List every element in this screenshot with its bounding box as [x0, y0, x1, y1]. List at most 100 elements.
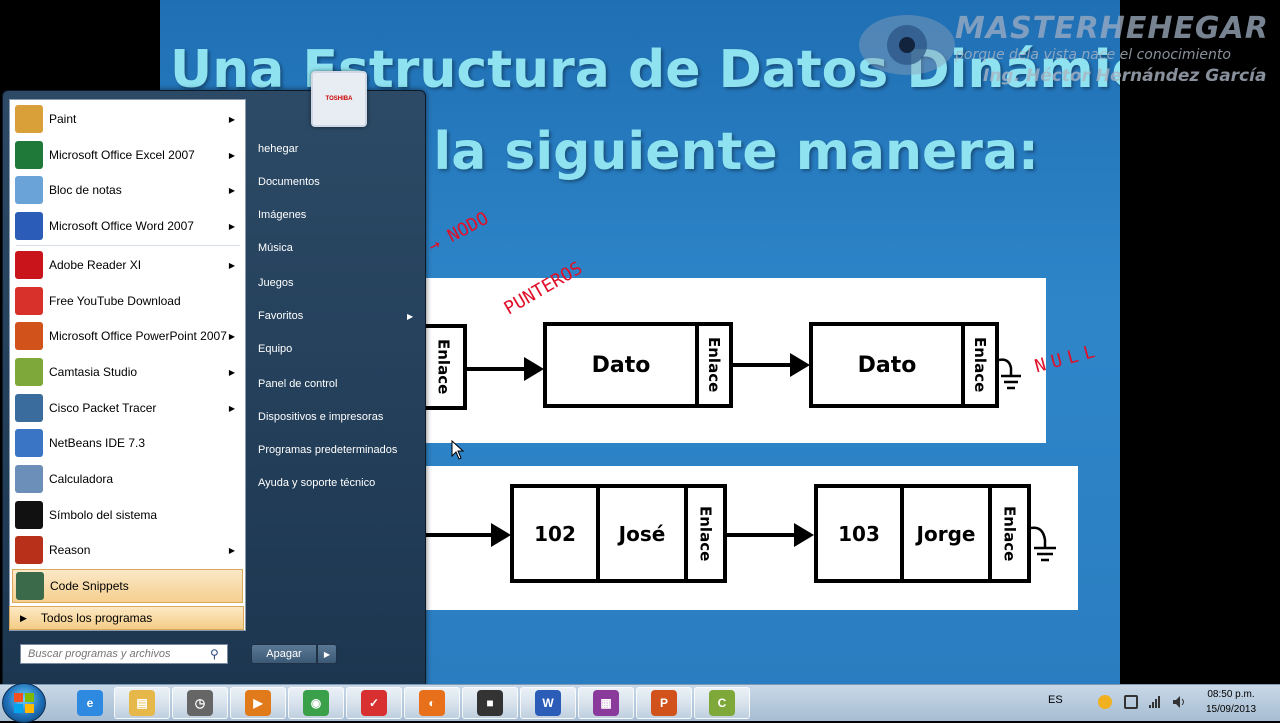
- program-item[interactable]: NetBeans IDE 7.3: [12, 426, 243, 460]
- ground-null-icon: [1031, 526, 1056, 562]
- program-item-label: NetBeans IDE 7.3: [49, 436, 146, 450]
- program-item[interactable]: Paint ▶: [12, 102, 243, 136]
- chrome-icon: ◉: [303, 690, 329, 716]
- taskbar-button[interactable]: ✓: [346, 687, 402, 719]
- camtasia-icon: C: [709, 690, 735, 716]
- submenu-arrow-icon[interactable]: ▶: [229, 222, 235, 231]
- code-snippets-icon: [16, 572, 44, 600]
- start-place-item[interactable]: Juegos: [258, 277, 293, 289]
- taskbar-button[interactable]: ◉: [288, 687, 344, 719]
- start-search-box[interactable]: ⚲: [20, 644, 228, 664]
- taskbar-button[interactable]: P: [636, 687, 692, 719]
- start-search-input[interactable]: [26, 647, 210, 661]
- taskbar-button[interactable]: e: [62, 687, 118, 719]
- pointer-arrow: [424, 533, 494, 537]
- linked-list-diagram-2: 102 José Enlace 103 Jorge Enlace: [424, 466, 1078, 610]
- taskbar: ES 08:50 p.m. 15/09/2013 e ▤ ◷ ▶ ◉ ✓ ◐ ■ W ▦ P C: [0, 683, 1280, 723]
- tray-notification-icon[interactable]: [1098, 695, 1112, 709]
- program-item[interactable]: Camtasia Studio ▶: [12, 355, 243, 389]
- start-place-item[interactable]: Dispositivos e impresoras: [258, 411, 383, 423]
- program-item[interactable]: Microsoft Office Word 2007 ▶: [12, 209, 243, 243]
- shutdown-button[interactable]: Apagar: [251, 644, 317, 664]
- start-place-item[interactable]: Programas predeterminados: [258, 444, 397, 456]
- start-button[interactable]: [2, 683, 46, 723]
- program-item[interactable]: Símbolo del sistema: [12, 498, 243, 532]
- start-place-item[interactable]: Documentos: [258, 176, 320, 188]
- submenu-arrow-icon[interactable]: ▶: [229, 151, 235, 160]
- program-item[interactable]: Reason ▶: [12, 533, 243, 567]
- program-item-label: Adobe Reader XI: [49, 258, 142, 272]
- powerpoint-icon: [15, 322, 43, 350]
- pointer-arrowhead: [790, 353, 810, 377]
- camtasia-icon: [15, 358, 43, 386]
- ground-null-icon: [999, 358, 1021, 390]
- submenu-arrow-icon[interactable]: ▶: [229, 261, 235, 270]
- taskbar-button[interactable]: ▤: [114, 687, 170, 719]
- taskbar-button[interactable]: ▦: [578, 687, 634, 719]
- start-place-item[interactable]: Música: [258, 242, 293, 254]
- volume-icon[interactable]: [1172, 695, 1186, 709]
- node-link-cell: Enlace: [434, 339, 453, 395]
- camera-icon: ■: [477, 690, 503, 716]
- taskbar-button[interactable]: ◷: [172, 687, 228, 719]
- program-item-label: Calculadora: [49, 472, 114, 486]
- notepad-icon: [15, 176, 43, 204]
- program-item[interactable]: Code Snippets: [12, 569, 243, 603]
- program-item-label: Microsoft Office Word 2007: [49, 219, 194, 233]
- network-signal-icon[interactable]: [1148, 695, 1162, 709]
- start-place-item[interactable]: Imágenes: [258, 209, 306, 221]
- mouse-cursor-icon: [451, 440, 465, 460]
- program-item[interactable]: Free YouTube Download: [12, 284, 243, 318]
- program-item[interactable]: Cisco Packet Tracer ▶: [12, 391, 243, 425]
- program-item-label: Microsoft Office Excel 2007: [49, 148, 195, 162]
- adobe-reader-icon: [15, 251, 43, 279]
- taskbar-button[interactable]: ◐: [404, 687, 460, 719]
- media-player-icon: ▶: [245, 690, 271, 716]
- tray-device-icon[interactable]: [1124, 695, 1138, 709]
- excel-icon: [15, 141, 43, 169]
- program-item[interactable]: Microsoft Office PowerPoint 2007 ▶: [12, 319, 243, 353]
- taskbar-button[interactable]: W: [520, 687, 576, 719]
- submenu-arrow-icon[interactable]: ▶: [229, 186, 235, 195]
- language-indicator[interactable]: ES: [1048, 694, 1063, 706]
- shutdown-options-button[interactable]: ▶: [317, 644, 337, 664]
- submenu-arrow-icon[interactable]: ▶: [229, 115, 235, 124]
- program-item-label: Paint: [49, 112, 77, 126]
- clock-app-icon: ◷: [187, 690, 213, 716]
- program-item[interactable]: Adobe Reader XI ▶: [12, 248, 243, 282]
- eye-logo-icon: [859, 15, 955, 75]
- user-picture[interactable]: TOSHIBA: [311, 71, 367, 127]
- handwritten-nodo-note: → NODO: [424, 207, 493, 258]
- submenu-arrow-icon[interactable]: ▶: [229, 404, 235, 413]
- node-link-cell: Enlace: [696, 505, 715, 562]
- packet-tracer-icon: [15, 394, 43, 422]
- system-clock[interactable]: 08:50 p.m. 15/09/2013: [1196, 687, 1266, 717]
- submenu-arrow-icon[interactable]: ▶: [229, 332, 235, 341]
- list-node: Enlace: [424, 324, 467, 410]
- taskbar-button[interactable]: ■: [462, 687, 518, 719]
- internet-explorer-icon: e: [77, 690, 103, 716]
- start-place-item[interactable]: Equipo: [258, 343, 292, 355]
- start-place-item[interactable]: Ayuda y soporte técnico: [258, 477, 375, 489]
- start-place-label: Favoritos: [258, 310, 304, 322]
- start-place-item[interactable]: Panel de control: [258, 378, 338, 390]
- program-item[interactable]: Bloc de notas ▶: [12, 173, 243, 207]
- all-programs-label: Todos los programas: [40, 611, 153, 625]
- submenu-arrow-icon[interactable]: ▶: [229, 368, 235, 377]
- list-node: 103 Jorge Enlace: [814, 484, 1031, 583]
- start-place-label: Juegos: [258, 277, 294, 289]
- taskbar-button[interactable]: C: [694, 687, 750, 719]
- user-picture-label: TOSHIBA: [325, 96, 353, 102]
- list-node: Dato Enlace: [809, 322, 999, 408]
- program-item[interactable]: Microsoft Office Excel 2007 ▶: [12, 138, 243, 172]
- clock-date: 15/09/2013: [1205, 704, 1257, 715]
- submenu-arrow-icon: ▶: [407, 312, 414, 321]
- all-programs-button[interactable]: ▶ Todos los programas: [9, 606, 244, 630]
- start-place-item[interactable]: Favoritos ▶: [258, 310, 413, 322]
- slide-title-line-2: e la siguiente manera:: [380, 122, 1039, 182]
- submenu-arrow-icon[interactable]: ▶: [229, 546, 235, 555]
- taskbar-button[interactable]: ▶: [230, 687, 286, 719]
- start-place-item[interactable]: hehegar: [258, 143, 298, 155]
- program-item[interactable]: Calculadora: [12, 462, 243, 496]
- watermark-author: Ing. Héctor Hernández García: [983, 66, 1267, 86]
